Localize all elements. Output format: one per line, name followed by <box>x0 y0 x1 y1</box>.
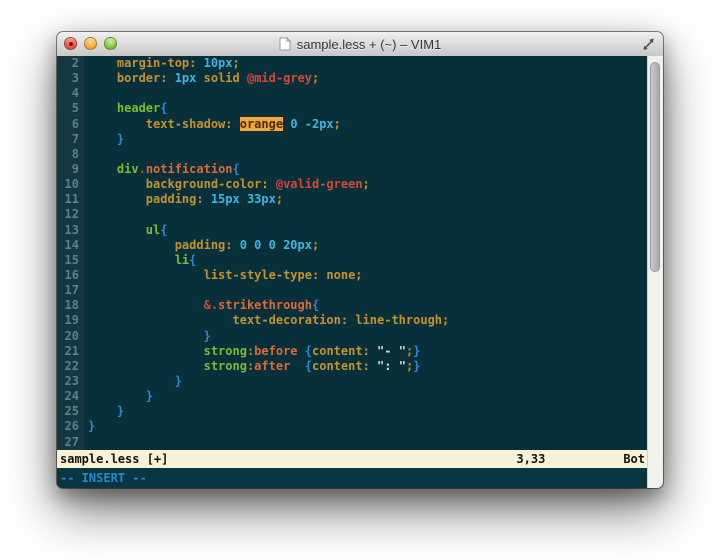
title-bar[interactable]: sample.less + (~) – VIM1 <box>57 32 663 57</box>
line-content: strong:after {content: ": ";} <box>84 359 420 374</box>
code-line[interactable]: 9 div.notification{ <box>57 162 647 177</box>
line-number: 8 <box>57 147 84 162</box>
code-line[interactable]: 3 border: 1px solid @mid-grey; <box>57 71 647 86</box>
line-content: list-style-type: none; <box>84 268 363 283</box>
window-controls <box>64 37 117 50</box>
line-number: 3 <box>57 71 84 86</box>
close-button[interactable] <box>64 37 77 50</box>
statusline-filename: sample.less [+] <box>60 452 516 466</box>
fullscreen-icon[interactable] <box>641 37 656 52</box>
code-line[interactable]: 20 } <box>57 329 647 344</box>
line-content: &.strikethrough{ <box>84 298 319 313</box>
code-line[interactable]: 2 margin-top: 10px; <box>57 56 647 71</box>
line-number: 4 <box>57 86 84 101</box>
code-line[interactable]: 12 <box>57 207 647 222</box>
line-content: } <box>84 404 124 419</box>
line-content <box>84 86 88 101</box>
code-line[interactable]: 10 background-color: @valid-green; <box>57 177 647 192</box>
code-line[interactable]: 7 } <box>57 132 647 147</box>
minimize-button[interactable] <box>84 37 97 50</box>
code-line[interactable]: 27 <box>57 435 647 450</box>
document-icon[interactable] <box>279 37 291 51</box>
line-content: ul{ <box>84 223 167 238</box>
code-line[interactable]: 17 <box>57 283 647 298</box>
window-content: 2 margin-top: 10px;3 border: 1px solid @… <box>57 56 663 488</box>
line-number: 5 <box>57 101 84 116</box>
code-line[interactable]: 14 padding: 0 0 0 20px; <box>57 238 647 253</box>
line-number: 23 <box>57 374 84 389</box>
search-highlight: orange <box>240 117 283 131</box>
code-line[interactable]: 11 padding: 15px 33px; <box>57 192 647 207</box>
line-content: strong:before {content: "- ";} <box>84 344 420 359</box>
code-line[interactable]: 18 &.strikethrough{ <box>57 298 647 313</box>
line-content: background-color: @valid-green; <box>84 177 370 192</box>
line-content: padding: 0 0 0 20px; <box>84 238 319 253</box>
code-line[interactable]: 21 strong:before {content: "- ";} <box>57 344 647 359</box>
line-number: 10 <box>57 177 84 192</box>
line-number: 17 <box>57 283 84 298</box>
code-line[interactable]: 22 strong:after {content: ": ";} <box>57 359 647 374</box>
line-content: header{ <box>84 101 168 116</box>
line-number: 11 <box>57 192 84 207</box>
line-number: 2 <box>57 56 84 71</box>
scrollbar-thumb[interactable] <box>650 62 660 272</box>
line-number: 21 <box>57 344 84 359</box>
line-content <box>84 435 88 450</box>
line-content: } <box>84 374 182 389</box>
code-line[interactable]: 4 <box>57 86 647 101</box>
line-content: padding: 15px 33px; <box>84 192 283 207</box>
line-number: 24 <box>57 389 84 404</box>
line-number: 27 <box>57 435 84 450</box>
command-line: -- INSERT -- <box>57 468 647 488</box>
code-line[interactable]: 8 <box>57 147 647 162</box>
line-content: text-shadow: orange 0 -2px; <box>84 117 341 132</box>
line-number: 6 <box>57 117 84 132</box>
line-number: 26 <box>57 419 84 434</box>
line-number: 25 <box>57 404 84 419</box>
window-title: sample.less + (~) – VIM1 <box>297 37 442 52</box>
line-number: 9 <box>57 162 84 177</box>
line-number: 22 <box>57 359 84 374</box>
line-number: 14 <box>57 238 84 253</box>
line-content <box>84 147 88 162</box>
code-line[interactable]: 16 list-style-type: none; <box>57 268 647 283</box>
vim-window: sample.less + (~) – VIM1 2 margin-top: 1… <box>57 32 663 488</box>
code-line[interactable]: 13 ul{ <box>57 223 647 238</box>
line-content: } <box>84 389 153 404</box>
code-lines[interactable]: 2 margin-top: 10px;3 border: 1px solid @… <box>57 56 647 450</box>
line-content: } <box>84 329 211 344</box>
line-number: 19 <box>57 313 84 328</box>
statusline-cursor-position: 3,33 <box>516 452 545 466</box>
line-number: 13 <box>57 223 84 238</box>
status-line: sample.less [+] 3,33 Bot <box>57 450 647 468</box>
line-content: margin-top: 10px; <box>84 56 240 71</box>
scrollbar-track[interactable] <box>647 56 663 488</box>
line-number: 12 <box>57 207 84 222</box>
line-content: } <box>84 419 95 434</box>
code-line[interactable]: 24 } <box>57 389 647 404</box>
code-line[interactable]: 19 text-decoration: line-through; <box>57 313 647 328</box>
zoom-button[interactable] <box>104 37 117 50</box>
line-content: text-decoration: line-through; <box>84 313 449 328</box>
line-number: 7 <box>57 132 84 147</box>
code-line[interactable]: 26} <box>57 419 647 434</box>
line-content <box>84 207 88 222</box>
code-line[interactable]: 23 } <box>57 374 647 389</box>
code-line[interactable]: 15 li{ <box>57 253 647 268</box>
title-group: sample.less + (~) – VIM1 <box>279 37 442 52</box>
line-content: border: 1px solid @mid-grey; <box>84 71 319 86</box>
line-content: } <box>84 132 124 147</box>
line-number: 18 <box>57 298 84 313</box>
line-content: li{ <box>84 253 196 268</box>
statusline-scroll-indicator: Bot <box>623 452 645 466</box>
line-number: 15 <box>57 253 84 268</box>
line-number: 20 <box>57 329 84 344</box>
line-content <box>84 283 88 298</box>
editor-main: 2 margin-top: 10px;3 border: 1px solid @… <box>57 56 647 488</box>
line-number: 16 <box>57 268 84 283</box>
code-line[interactable]: 5 header{ <box>57 101 647 116</box>
code-line[interactable]: 6 text-shadow: orange 0 -2px; <box>57 117 647 132</box>
code-line[interactable]: 25 } <box>57 404 647 419</box>
line-content: div.notification{ <box>84 162 240 177</box>
